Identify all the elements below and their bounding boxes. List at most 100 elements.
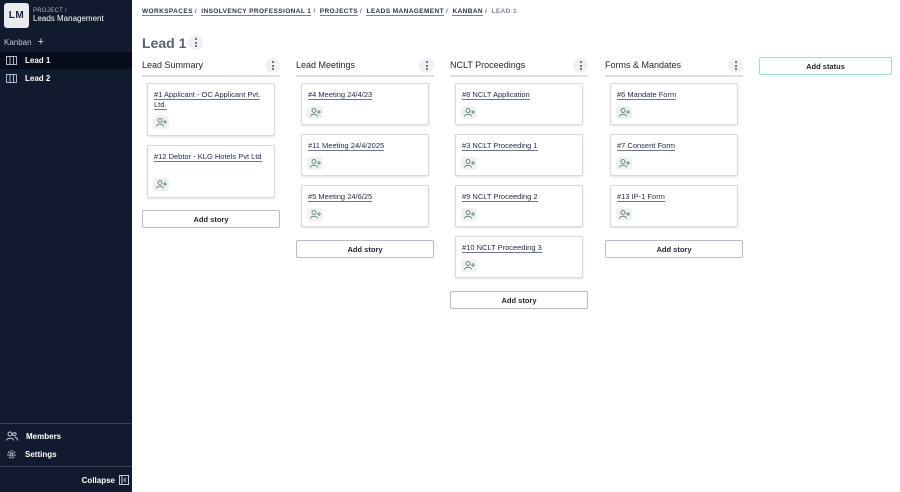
- project-logo: LM: [4, 3, 29, 28]
- story-title[interactable]: #4 Meeting 24/4/23: [308, 90, 422, 100]
- column-header: Lead Summary: [142, 57, 280, 77]
- plus-icon[interactable]: +: [38, 37, 44, 48]
- more-vertical-icon: [425, 60, 428, 70]
- assign-user-icon[interactable]: [307, 208, 323, 221]
- column-title: NCLT Proceedings: [450, 60, 526, 70]
- story-title-text: #3 NCLT Proceeding 1: [462, 141, 538, 151]
- story-card[interactable]: #6 Mandate Form: [610, 83, 738, 125]
- page-title: Lead 1: [142, 35, 187, 51]
- breadcrumb-workspace[interactable]: INSOLVENCY PROFESSIONAL 1: [201, 8, 312, 16]
- story-title-text: #10 NCLT Proceeding 3: [462, 243, 542, 253]
- sidebar-item-lead-1[interactable]: Lead 1: [0, 52, 132, 69]
- story-card[interactable]: #8 NCLT Application: [455, 83, 583, 125]
- board-icon: [6, 56, 17, 65]
- breadcrumb-separator: /: [446, 8, 449, 15]
- story-card[interactable]: #9 NCLT Proceeding 2: [455, 185, 583, 227]
- column-menu-button[interactable]: [265, 58, 280, 73]
- add-story-button[interactable]: Add story: [296, 240, 434, 258]
- board-icon: [6, 74, 17, 83]
- breadcrumb-projects[interactable]: PROJECTS: [319, 8, 359, 16]
- assign-user-icon[interactable]: [616, 208, 632, 221]
- story-title[interactable]: #1 Applicant - OC Applicant Pvt. Ltd.: [154, 90, 268, 110]
- story-card[interactable]: #3 NCLT Proceeding 1: [455, 134, 583, 176]
- breadcrumb-current: LEAD 1: [491, 8, 517, 15]
- story-card[interactable]: #5 Meeting 24/6/25: [301, 185, 429, 227]
- column-title: Lead Summary: [142, 60, 204, 70]
- assign-user-icon[interactable]: [461, 106, 477, 119]
- settings-link[interactable]: Settings: [6, 449, 57, 460]
- members-link[interactable]: Members: [6, 431, 61, 441]
- column-title: Forms & Mandates: [605, 60, 682, 70]
- add-story-button[interactable]: Add story: [450, 291, 588, 309]
- story-card[interactable]: #4 Meeting 24/4/23: [301, 83, 429, 125]
- column-menu-button[interactable]: [728, 58, 743, 73]
- kanban-section: Kanban +: [4, 37, 44, 48]
- story-title[interactable]: #10 NCLT Proceeding 3: [462, 243, 576, 253]
- breadcrumb-separator: /: [194, 8, 198, 15]
- story-title-text: #11 Meeting 24/4/2025: [308, 141, 385, 151]
- assign-user-icon[interactable]: [616, 157, 632, 170]
- collapse-button[interactable]: Collapse: [82, 475, 129, 485]
- members-icon: [6, 431, 18, 441]
- story-title[interactable]: #12 Debtor - KLG Hotels Pvt Ltd: [154, 152, 268, 162]
- assign-user-icon[interactable]: [307, 157, 323, 170]
- settings-label: Settings: [25, 450, 57, 459]
- story-title-text: #7 Consent Form: [617, 141, 675, 151]
- breadcrumb-project[interactable]: LEADS MANAGEMENT: [366, 8, 444, 16]
- gear-icon: [7, 450, 16, 459]
- assign-user-icon[interactable]: [153, 178, 169, 191]
- assign-user-icon[interactable]: [461, 157, 477, 170]
- story-card[interactable]: #13 IP-1 Form: [610, 185, 738, 227]
- story-card[interactable]: #1 Applicant - OC Applicant Pvt. Ltd.: [147, 83, 275, 136]
- column-header: Lead Meetings: [296, 57, 434, 77]
- story-card[interactable]: #12 Debtor - KLG Hotels Pvt Ltd: [147, 145, 275, 198]
- sidebar-item-lead-2[interactable]: Lead 2: [0, 70, 132, 87]
- story-title[interactable]: #9 NCLT Proceeding 2: [462, 192, 576, 202]
- add-story-button[interactable]: Add story: [605, 240, 743, 258]
- story-title-text: #5 Meeting 24/6/25: [308, 192, 373, 202]
- assign-user-icon[interactable]: [153, 116, 169, 129]
- assign-user-icon[interactable]: [461, 259, 477, 272]
- project-header[interactable]: LM PROJECT / Leads Management: [4, 3, 104, 28]
- more-vertical-icon: [271, 60, 274, 70]
- add-status-button[interactable]: Add status: [759, 57, 892, 75]
- story-title[interactable]: #5 Meeting 24/6/25: [308, 192, 422, 202]
- story-card[interactable]: #11 Meeting 24/4/2025: [301, 134, 429, 176]
- column-menu-button[interactable]: [573, 58, 588, 73]
- column-lead-meetings: Lead Meetings #4 Meeting 24/4/23 #11 Mee…: [296, 57, 434, 258]
- story-title[interactable]: #3 NCLT Proceeding 1: [462, 141, 576, 151]
- project-name: Leads Management: [33, 14, 104, 23]
- story-title-text: #12 Debtor - KLG Hotels Pvt Ltd: [154, 152, 262, 162]
- story-title[interactable]: #6 Mandate Form: [617, 90, 731, 100]
- breadcrumb-workspaces[interactable]: WORKSPACES: [142, 8, 193, 16]
- assign-user-icon[interactable]: [307, 106, 323, 119]
- story-card[interactable]: #7 Consent Form: [610, 134, 738, 176]
- story-card[interactable]: #10 NCLT Proceeding 3: [455, 236, 583, 278]
- kanban-section-label: Kanban: [4, 38, 32, 47]
- assign-user-icon[interactable]: [461, 208, 477, 221]
- breadcrumb-separator: /: [360, 8, 363, 15]
- story-title[interactable]: #13 IP-1 Form: [617, 192, 731, 202]
- story-title-text: #1 Applicant - OC Applicant Pvt. Ltd.: [154, 90, 261, 110]
- story-title-text: #6 Mandate Form: [617, 90, 677, 100]
- story-title[interactable]: #7 Consent Form: [617, 141, 731, 151]
- column-nclt-proceedings: NCLT Proceedings #8 NCLT Application #3 …: [450, 57, 588, 309]
- breadcrumb-kanban[interactable]: KANBAN: [452, 8, 484, 16]
- story-title[interactable]: #11 Meeting 24/4/2025: [308, 141, 422, 151]
- column-forms-mandates: Forms & Mandates #6 Mandate Form #7 Cons…: [605, 57, 743, 258]
- add-story-button[interactable]: Add story: [142, 210, 280, 228]
- column-menu-button[interactable]: [419, 58, 434, 73]
- collapse-label: Collapse: [81, 475, 115, 485]
- sidebar-divider: [0, 466, 132, 467]
- column-header: NCLT Proceedings: [450, 57, 588, 77]
- board-menu-button[interactable]: [188, 35, 203, 50]
- story-title-text: #9 NCLT Proceeding 2: [462, 192, 538, 202]
- sidebar-item-label: Lead 1: [25, 56, 51, 65]
- project-text: PROJECT / Leads Management: [33, 8, 104, 23]
- assign-user-icon[interactable]: [616, 106, 632, 119]
- breadcrumb-separator: /: [313, 8, 316, 15]
- members-label: Members: [26, 431, 62, 441]
- story-title-text: #8 NCLT Application: [462, 90, 530, 100]
- sidebar-divider: [0, 423, 132, 424]
- story-title[interactable]: #8 NCLT Application: [462, 90, 576, 100]
